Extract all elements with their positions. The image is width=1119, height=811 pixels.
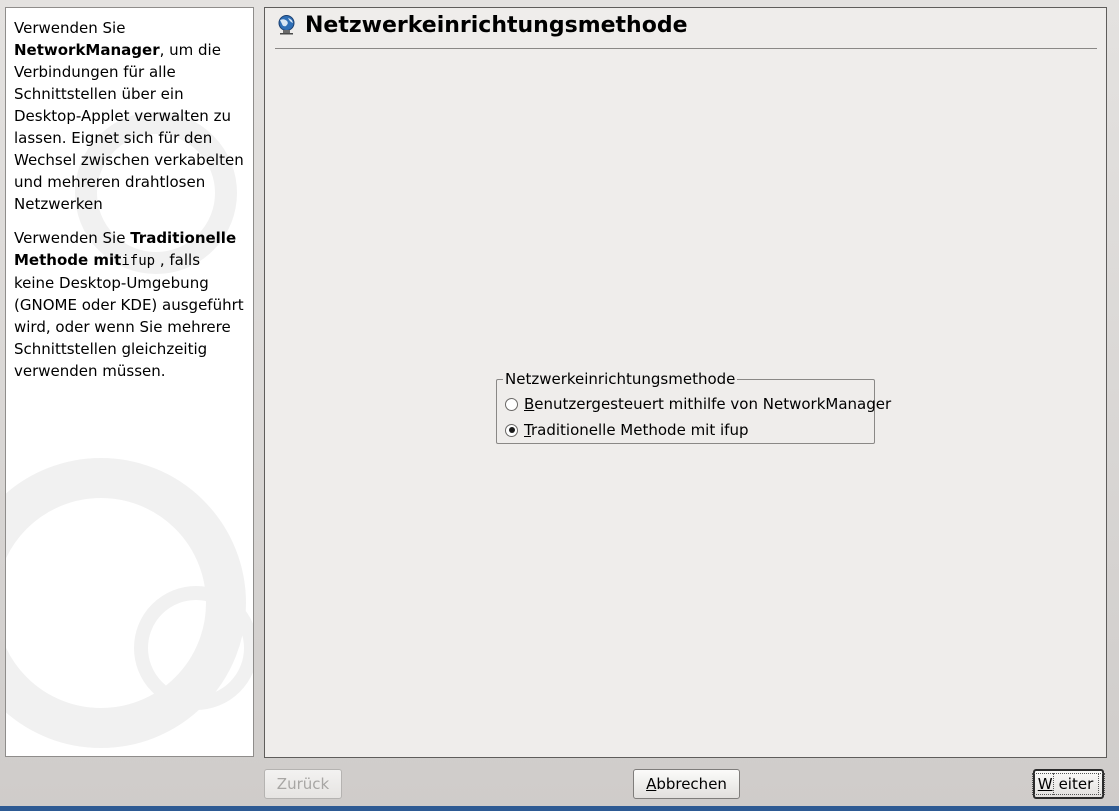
radio-button-ifup[interactable] bbox=[505, 423, 518, 437]
help-text: Verwenden Sie NetworkManager, um die Ver… bbox=[6, 8, 253, 382]
radio-option-ifup[interactable]: Traditionelle Methode mit ifup bbox=[505, 420, 748, 440]
back-button[interactable]: Zurück bbox=[264, 769, 342, 799]
taskbar-edge bbox=[0, 806, 1119, 811]
page-title: Netzwerkeinrichtungsmethode bbox=[305, 13, 688, 38]
radio-label-ifup[interactable]: Traditionelle Methode mit ifup bbox=[524, 421, 748, 439]
group-legend: Netzwerkeinrichtungsmethode bbox=[503, 370, 738, 388]
ifup-code: ifup bbox=[121, 253, 156, 269]
radio-button-networkmanager[interactable] bbox=[505, 397, 518, 411]
cancel-button[interactable]: Abbrechen bbox=[633, 769, 740, 799]
help-paragraph-networkmanager: Verwenden Sie NetworkManager, um die Ver… bbox=[14, 19, 244, 213]
network-globe-icon bbox=[278, 15, 295, 35]
help-paragraph-ifup: Verwenden Sie Traditionelle Methode miti… bbox=[14, 229, 244, 380]
networkmanager-term: NetworkManager bbox=[14, 41, 160, 59]
main-panel: Netzwerkeinrichtungsmethode Netzwerkeinr… bbox=[264, 7, 1107, 758]
next-button[interactable]: Weiter bbox=[1031, 769, 1106, 799]
setup-method-group: Netzwerkeinrichtungsmethode Benutzergest… bbox=[496, 370, 891, 444]
radio-label-networkmanager[interactable]: Benutzergesteuert mithilfe von NetworkMa… bbox=[524, 395, 891, 413]
title-divider bbox=[275, 48, 1097, 49]
help-panel: Verwenden Sie NetworkManager, um die Ver… bbox=[5, 7, 254, 757]
radio-option-networkmanager[interactable]: Benutzergesteuert mithilfe von NetworkMa… bbox=[505, 394, 891, 414]
